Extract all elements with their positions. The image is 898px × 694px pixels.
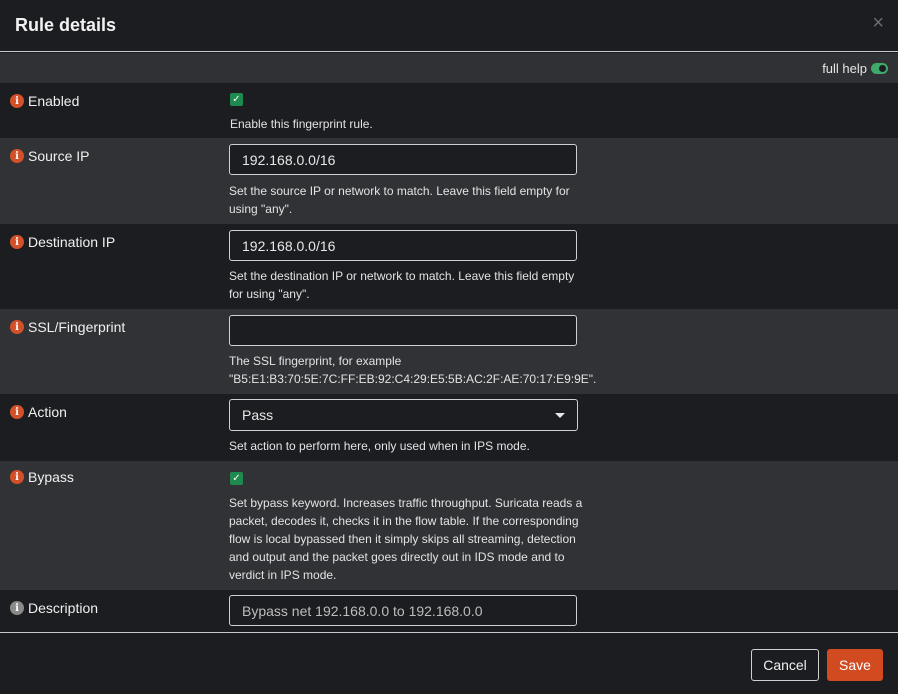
full-help-label: full help — [822, 60, 867, 76]
row-action: i Action Pass Set action to perform here… — [0, 394, 898, 461]
action-field: Pass — [229, 399, 578, 431]
row-ssl-fingerprint: i SSL/Fingerprint The SSL fingerprint, f… — [0, 309, 898, 394]
modal-header: Rule details — [0, 0, 898, 52]
row-source-ip: i Source IP Set the source IP or network… — [0, 138, 898, 224]
source-ip-field — [229, 144, 577, 175]
bypass-help: Set bypass keyword. Increases traffic th… — [229, 496, 583, 582]
info-icon[interactable]: i — [10, 320, 24, 334]
enabled-label: i Enabled — [10, 93, 79, 109]
bypass-label-text: Bypass — [28, 469, 74, 485]
source-ip-label-text: Source IP — [28, 148, 90, 164]
cancel-button[interactable]: Cancel — [751, 649, 819, 681]
destination-ip-input[interactable] — [229, 230, 577, 261]
action-select[interactable]: Pass — [229, 399, 578, 431]
description-label: i Description — [10, 600, 98, 616]
ssl-fingerprint-label: i SSL/Fingerprint — [10, 319, 125, 335]
info-icon[interactable]: i — [10, 470, 24, 484]
action-help: Set action to perform here, only used wh… — [229, 439, 530, 453]
description-input[interactable] — [229, 595, 577, 626]
destination-ip-label-text: Destination IP — [28, 234, 116, 250]
bypass-label: i Bypass — [10, 469, 74, 485]
destination-ip-help: Set the destination IP or network to mat… — [229, 269, 575, 301]
enabled-checkbox[interactable]: ✓ — [230, 93, 243, 106]
source-ip-help: Set the source IP or network to match. L… — [229, 184, 570, 216]
close-icon[interactable]: × — [872, 13, 884, 33]
modal-title: Rule details — [15, 15, 117, 35]
modal-footer: Cancel Save — [0, 632, 898, 694]
full-help-toggle[interactable] — [871, 62, 888, 74]
ssl-fingerprint-field — [229, 315, 577, 346]
full-help-bar: full help — [0, 53, 898, 83]
row-bypass: i Bypass ✓ Set bypass keyword. Increases… — [0, 461, 898, 590]
row-enabled: i Enabled ✓ Enable this fingerprint rule… — [0, 83, 898, 138]
description-label-text: Description — [28, 600, 99, 616]
row-description: i Description — [0, 590, 898, 632]
bypass-field: ✓ — [230, 472, 243, 485]
action-label-text: Action — [28, 404, 67, 420]
enabled-label-text: Enabled — [28, 93, 80, 109]
source-ip-input[interactable] — [229, 144, 577, 175]
ssl-fingerprint-input[interactable] — [229, 315, 577, 346]
enabled-help: Enable this fingerprint rule. — [230, 117, 373, 131]
info-icon[interactable]: i — [10, 405, 24, 419]
ssl-fingerprint-help: The SSL fingerprint, for example "B5:E1:… — [229, 354, 597, 386]
caret-down-icon — [555, 412, 565, 418]
source-ip-label: i Source IP — [10, 148, 89, 164]
info-icon[interactable]: i — [10, 601, 24, 615]
destination-ip-label: i Destination IP — [10, 234, 115, 250]
action-label: i Action — [10, 404, 67, 420]
info-icon[interactable]: i — [10, 94, 24, 108]
row-destination-ip: i Destination IP Set the destination IP … — [0, 224, 898, 309]
ssl-fingerprint-label-text: SSL/Fingerprint — [28, 319, 126, 335]
enabled-field: ✓ — [230, 93, 243, 106]
save-button[interactable]: Save — [827, 649, 883, 681]
action-selected-value: Pass — [242, 407, 274, 423]
info-icon[interactable]: i — [10, 149, 24, 163]
info-icon[interactable]: i — [10, 235, 24, 249]
destination-ip-field — [229, 230, 577, 261]
bypass-checkbox[interactable]: ✓ — [230, 472, 243, 485]
rule-details-modal: Rule details × full help i Enabled ✓ Ena… — [0, 0, 898, 694]
description-field — [229, 595, 577, 626]
